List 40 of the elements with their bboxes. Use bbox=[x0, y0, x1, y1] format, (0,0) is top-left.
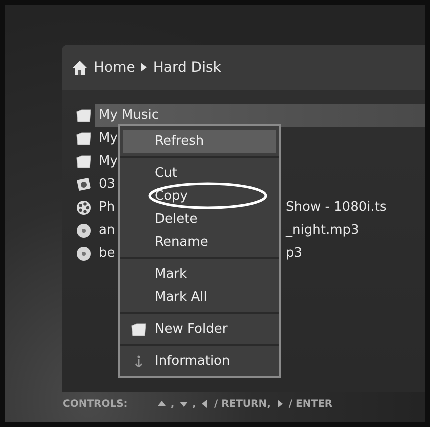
right-triangle-icon bbox=[276, 400, 284, 408]
up-triangle-icon bbox=[158, 400, 166, 408]
file-name: be bbox=[99, 246, 116, 261]
file-name: p3 bbox=[286, 246, 303, 261]
menu-item[interactable]: Rename bbox=[123, 231, 276, 254]
folder-icon bbox=[76, 108, 92, 122]
folder-icon bbox=[76, 154, 92, 168]
file-name: _night.mp3 bbox=[286, 223, 360, 238]
photo-icon bbox=[76, 177, 92, 192]
file-row[interactable]: My Music bbox=[95, 104, 425, 127]
menu-item[interactable]: Mark bbox=[123, 263, 276, 286]
menu-item[interactable]: Cut bbox=[123, 162, 276, 185]
controls-hint: / RETURN, bbox=[214, 398, 271, 410]
file-name: Ph bbox=[99, 200, 116, 215]
menu-item[interactable]: Delete bbox=[123, 208, 276, 231]
left-triangle-icon bbox=[201, 400, 210, 408]
controls-hint: , bbox=[170, 398, 175, 410]
file-name: My Music bbox=[99, 108, 160, 123]
controls-label: CONTROLS: bbox=[63, 398, 128, 410]
menu-item[interactable]: Mark All bbox=[123, 286, 276, 309]
disc-icon bbox=[76, 222, 92, 238]
anchor-icon bbox=[134, 354, 144, 368]
file-name: an bbox=[99, 223, 116, 238]
breadcrumb-item[interactable]: Home bbox=[94, 60, 136, 76]
disc-icon bbox=[76, 246, 92, 262]
controls-hint: / ENTER bbox=[288, 398, 333, 410]
folder-icon bbox=[131, 322, 147, 336]
controls-hint: , bbox=[192, 398, 196, 410]
folder-icon bbox=[76, 132, 92, 146]
menu-item[interactable]: Information bbox=[123, 350, 276, 373]
menu-item[interactable]: Refresh bbox=[123, 130, 276, 153]
down-triangle-icon bbox=[180, 400, 188, 408]
menu-item[interactable]: Copy bbox=[123, 185, 276, 208]
breadcrumb-arrow-icon bbox=[141, 63, 148, 72]
film-reel-icon bbox=[76, 200, 92, 216]
file-name: 03 bbox=[99, 177, 116, 192]
home-icon bbox=[72, 60, 88, 76]
breadcrumb-item[interactable]: Hard Disk bbox=[153, 60, 222, 76]
menu-item[interactable]: New Folder bbox=[123, 318, 276, 341]
file-name: Show - 1080i.ts bbox=[286, 200, 387, 215]
